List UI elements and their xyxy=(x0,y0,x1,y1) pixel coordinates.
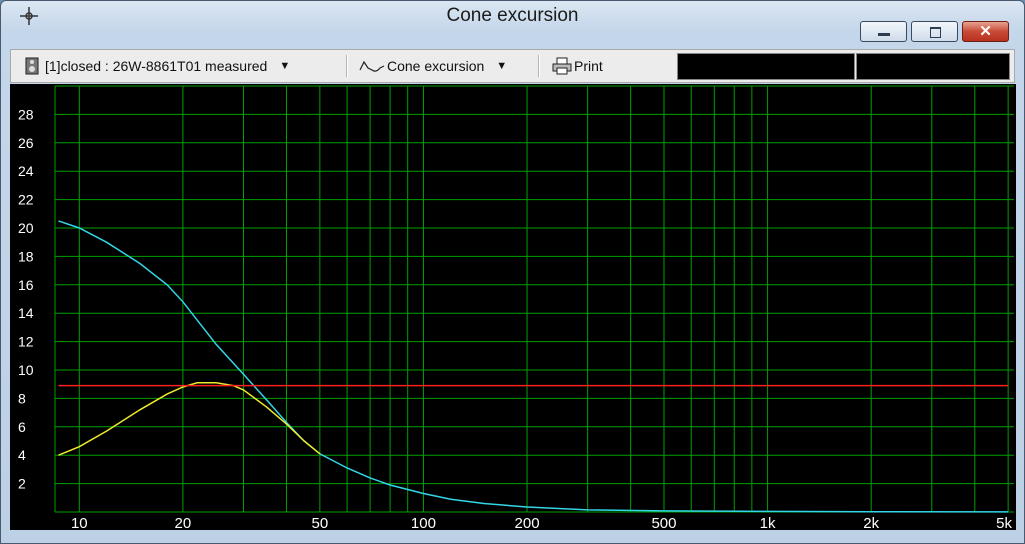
y-tick-label: 8 xyxy=(18,390,26,406)
y-tick-label: 16 xyxy=(18,277,34,293)
x-tick-label: 50 xyxy=(311,515,328,530)
print-label: Print xyxy=(574,58,603,74)
chart-area[interactable]: 2 4 6 8 10 12 14 16 18 20 22 24 26 28 10 20 50 100 200 500 1… xyxy=(10,84,1016,530)
graph-type-label: Cone excursion xyxy=(387,58,485,74)
y-tick-label: 12 xyxy=(18,334,34,350)
x-tick-label: 1k xyxy=(760,515,776,530)
chevron-down-icon: ▼ xyxy=(496,60,508,72)
series-line-filtered-excursion xyxy=(58,382,321,456)
y-tick-label: 4 xyxy=(18,447,26,463)
y-tick-label: 20 xyxy=(18,220,34,236)
print-button[interactable]: Print xyxy=(552,50,603,82)
maximize-button[interactable] xyxy=(911,21,958,42)
y-tick-label: 18 xyxy=(18,248,34,264)
readout-display-1 xyxy=(677,53,855,80)
project-dropdown[interactable]: [1]closed : 26W-8861T01 measured ▼ xyxy=(25,50,290,82)
maximize-icon xyxy=(930,27,941,38)
x-tick-label: 200 xyxy=(515,515,540,530)
x-tick-label: 100 xyxy=(411,515,436,530)
chevron-down-icon: ▼ xyxy=(279,60,291,72)
toolbar-divider xyxy=(538,55,540,77)
minimize-button[interactable] xyxy=(860,21,907,42)
toolbar-divider xyxy=(346,55,348,77)
x-tick-label: 20 xyxy=(175,515,192,530)
speaker-icon xyxy=(25,57,39,75)
readout-display-2 xyxy=(856,53,1010,80)
printer-icon xyxy=(552,57,572,75)
x-tick-label: 2k xyxy=(863,515,879,530)
x-tick-label: 5k xyxy=(996,515,1012,530)
y-tick-label: 26 xyxy=(18,135,34,151)
x-tick-label: 10 xyxy=(71,515,88,530)
y-tick-label: 22 xyxy=(18,192,34,208)
y-tick-label: 28 xyxy=(18,106,34,122)
x-tick-label: 500 xyxy=(651,515,676,530)
project-dropdown-label: [1]closed : 26W-8861T01 measured xyxy=(45,58,268,74)
graph-type-dropdown[interactable]: Cone excursion ▼ xyxy=(359,50,507,82)
y-tick-label: 6 xyxy=(18,419,26,435)
app-window: Cone excursion ✕ [1]closed : 26W-8861T01… xyxy=(0,0,1025,544)
series-line-total-excursion xyxy=(58,220,1009,513)
close-button[interactable]: ✕ xyxy=(962,21,1009,42)
toolbar: [1]closed : 26W-8861T01 measured ▼ Cone … xyxy=(10,49,1015,83)
minimize-icon xyxy=(878,33,890,36)
y-tick-label: 24 xyxy=(18,163,34,179)
y-tick-label: 10 xyxy=(18,362,34,378)
waveform-icon xyxy=(359,60,385,72)
cone-excursion-chart: 24681012141618202224262810 20 50 100 200 500 1… xyxy=(18,85,1014,530)
y-tick-label: 2 xyxy=(18,476,26,492)
y-tick-label: 14 xyxy=(18,305,34,321)
close-icon: ✕ xyxy=(979,23,992,40)
